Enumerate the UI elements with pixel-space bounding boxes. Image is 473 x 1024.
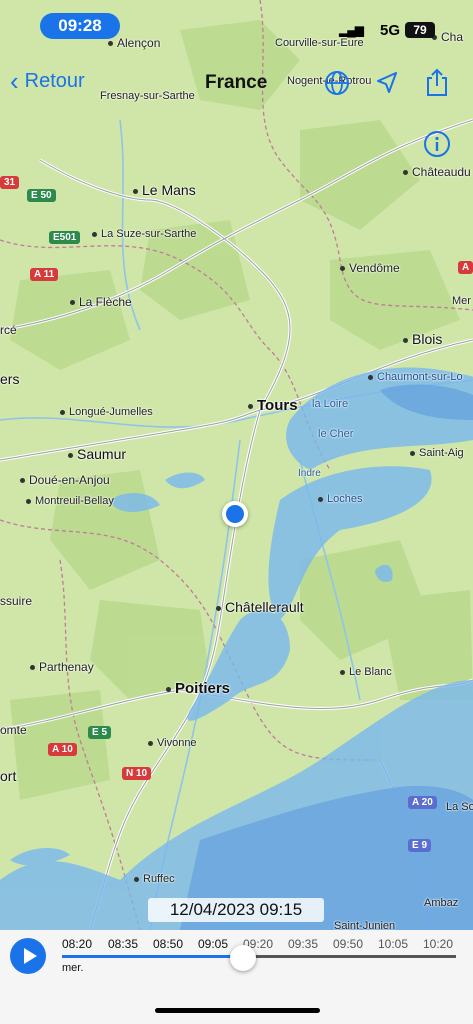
river-cher: le Cher <box>318 428 354 440</box>
time-tick[interactable]: 08:20 <box>62 937 92 951</box>
battery-level: 79 <box>405 22 435 38</box>
place-doue: Doué-en-Anjou <box>20 473 110 487</box>
road-shield-a: A <box>458 261 473 274</box>
play-button[interactable] <box>10 938 46 974</box>
place-la-so: La So <box>446 801 473 813</box>
timeline-progress <box>62 955 242 958</box>
place-saint-aig: Saint-Aig <box>410 447 464 459</box>
road-shield-a31: 31 <box>0 176 20 189</box>
place-chateaudun: Châteaudu <box>403 165 471 179</box>
share-icon[interactable] <box>424 68 450 103</box>
time-tick[interactable]: 09:05 <box>198 937 228 951</box>
time-tick[interactable]: 10:05 <box>378 937 408 951</box>
status-bar: 09:28 ▂▄▆ 5G 79 <box>0 0 473 44</box>
place-saumur: Saumur <box>68 446 126 462</box>
place-vendome: Vendôme <box>340 261 400 275</box>
place-ambaz: Ambaz <box>424 897 459 909</box>
current-location-marker[interactable] <box>222 501 248 527</box>
signal-icon: ▂▄▆ <box>339 23 364 37</box>
road-shield-e5: E 5 <box>88 726 112 739</box>
road-shield-a10: A 10 <box>48 743 77 756</box>
road-shield-e9: E 9 <box>408 839 432 852</box>
status-time: 09:28 <box>40 13 120 39</box>
place-la-fleche: La Flèche <box>70 295 132 309</box>
place-la-suze: La Suze-sur-Sarthe <box>92 228 196 240</box>
time-tick[interactable]: 09:50 <box>333 937 363 951</box>
day-label: mer. <box>62 962 84 974</box>
time-tick[interactable]: 08:50 <box>153 937 183 951</box>
place-mer: Mer <box>452 295 471 307</box>
place-tours: Tours <box>248 397 298 414</box>
place-blois: Blois <box>403 331 442 347</box>
road-shield-a11: A 11 <box>30 268 59 281</box>
weather-map[interactable]: Alençon Courville-sur-Eure Cha Nogent-le… <box>0 0 473 930</box>
network-type: 5G <box>379 22 400 39</box>
road-shield-a20: A 20 <box>408 796 437 809</box>
back-button[interactable]: ‹ Retour <box>10 68 85 94</box>
location-arrow-icon[interactable] <box>374 70 400 101</box>
place-ers: ers <box>0 371 20 387</box>
place-montreuil: Montreuil-Bellay <box>26 495 114 507</box>
time-tick[interactable]: 08:35 <box>108 937 138 951</box>
river-indre: Indre <box>298 468 321 479</box>
river-loire: la Loire <box>312 398 349 410</box>
place-vivonne: Vivonne <box>148 737 197 749</box>
timeline-track[interactable] <box>242 955 456 958</box>
place-ort: ort <box>0 768 17 784</box>
place-omte: omte <box>0 723 27 737</box>
place-ruffec: Ruffec <box>134 873 175 885</box>
place-ssuire: ssuire <box>0 594 33 608</box>
globe-icon[interactable] <box>324 70 350 101</box>
map-canvas <box>0 0 473 930</box>
radar-timestamp: 12/04/2023 09:15 <box>148 898 324 922</box>
navigation-bar: ‹ Retour France <box>0 68 473 102</box>
place-parthenay: Parthenay <box>30 660 94 674</box>
road-shield-e501: E501 <box>49 231 81 244</box>
home-indicator <box>155 1008 320 1013</box>
place-chatellerault: Châtellerault <box>216 599 304 615</box>
place-le-blanc: Le Blanc <box>340 666 392 678</box>
place-le-mans: Le Mans <box>133 182 196 198</box>
page-title: France <box>205 72 268 93</box>
time-tick[interactable]: 10:20 <box>423 937 453 951</box>
place-saint-junien: Saint-Junien <box>334 920 396 930</box>
place-chaumont: Chaumont-sur-Lo <box>368 371 463 383</box>
place-loches: Loches <box>318 493 362 505</box>
place-longue: Longué-Jumelles <box>60 406 153 418</box>
time-tick[interactable]: 09:35 <box>288 937 318 951</box>
timeline-scrubber[interactable] <box>230 945 256 971</box>
info-icon[interactable] <box>423 130 451 163</box>
back-label: Retour <box>24 70 85 92</box>
road-shield-n10: N 10 <box>122 767 152 780</box>
place-poitiers: Poitiers <box>166 680 230 697</box>
chevron-left-icon: ‹ <box>10 66 19 96</box>
road-shield-e50: E 50 <box>27 189 56 202</box>
place-cerce: rcé <box>0 323 17 337</box>
